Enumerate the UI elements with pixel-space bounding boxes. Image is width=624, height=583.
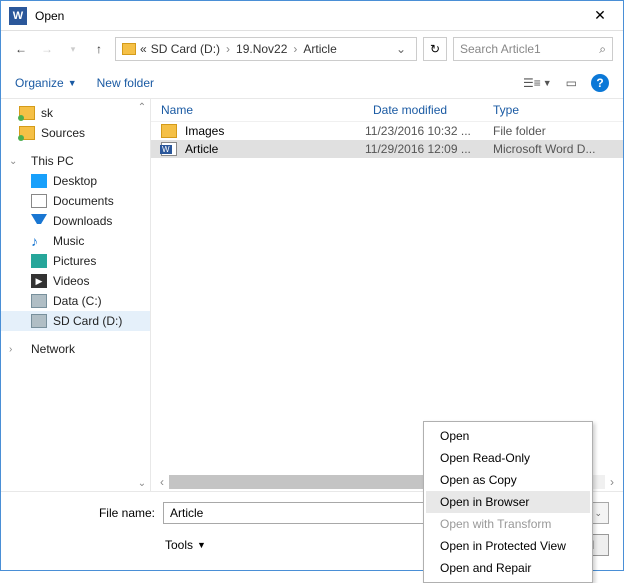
- file-type: Microsoft Word D...: [493, 142, 613, 156]
- sidebar-item-sources[interactable]: Sources: [1, 123, 150, 143]
- expand-icon[interactable]: ›: [9, 344, 19, 355]
- window-title: Open: [35, 9, 585, 23]
- up-button[interactable]: ↑: [89, 39, 109, 59]
- breadcrumb-prefix: «: [140, 42, 147, 56]
- organize-button[interactable]: Organize ▼: [15, 76, 77, 90]
- recent-dropdown[interactable]: ▾: [63, 39, 83, 59]
- menu-item[interactable]: Open in Protected View: [426, 535, 590, 557]
- chevron-down-icon: ▼: [68, 78, 77, 88]
- download-icon: [31, 214, 47, 228]
- address-bar[interactable]: « SD Card (D:) › 19.Nov22 › Article ⌄: [115, 37, 417, 61]
- music-icon: ♪: [31, 234, 47, 248]
- scroll-down-icon[interactable]: ⌄: [136, 477, 148, 489]
- refresh-button[interactable]: ↻: [423, 37, 447, 61]
- menu-item[interactable]: Open in Browser: [426, 491, 590, 513]
- address-dropdown-icon[interactable]: ⌄: [392, 42, 410, 56]
- column-date[interactable]: Date modified: [373, 103, 493, 117]
- filename-input[interactable]: Article ⌄: [163, 502, 446, 524]
- navigation-pane: ⌃ sk Sources ⌄This PC Desktop Documents …: [1, 99, 151, 491]
- scroll-up-icon[interactable]: ⌃: [136, 101, 148, 113]
- file-row[interactable]: Images 11/23/2016 10:32 ... File folder: [151, 122, 623, 140]
- breadcrumb-item[interactable]: 19.Nov22: [236, 42, 287, 56]
- sidebar-item-documents[interactable]: Documents: [1, 191, 150, 211]
- sidebar-item-sdcard[interactable]: SD Card (D:): [1, 311, 150, 331]
- expand-icon[interactable]: ⌄: [9, 156, 19, 167]
- sidebar-item-downloads[interactable]: Downloads: [1, 211, 150, 231]
- sidebar-item-pictures[interactable]: Pictures: [1, 251, 150, 271]
- folder-icon: [19, 106, 35, 120]
- view-mode-button[interactable]: ☰≡ ▼: [523, 76, 552, 90]
- file-name: Article: [185, 142, 357, 156]
- videos-icon: ▶: [31, 274, 47, 288]
- file-name: Images: [185, 124, 357, 138]
- sidebar-item-network[interactable]: ›Network: [1, 339, 150, 359]
- new-folder-button[interactable]: New folder: [97, 76, 154, 90]
- back-button[interactable]: ←: [11, 39, 31, 59]
- menu-item[interactable]: Open: [426, 425, 590, 447]
- scroll-right-icon[interactable]: ›: [605, 475, 619, 489]
- filename-label: File name:: [15, 506, 155, 520]
- column-headers: Name Date modified Type: [151, 99, 623, 122]
- folder-icon: [19, 126, 35, 140]
- search-input[interactable]: Search Article1 ⌕: [453, 37, 613, 61]
- file-type: File folder: [493, 124, 613, 138]
- open-dropdown-menu: OpenOpen Read-OnlyOpen as CopyOpen in Br…: [423, 421, 593, 583]
- menu-item: Open with Transform: [426, 513, 590, 535]
- close-icon[interactable]: ✕: [585, 7, 615, 24]
- menu-item[interactable]: Open Read-Only: [426, 447, 590, 469]
- sidebar-item-sk[interactable]: sk: [1, 103, 150, 123]
- scrollbar-thumb[interactable]: [169, 475, 431, 489]
- pictures-icon: [31, 254, 47, 268]
- drive-icon: [31, 314, 47, 328]
- column-name[interactable]: Name: [161, 103, 373, 117]
- column-type[interactable]: Type: [493, 103, 613, 117]
- chevron-down-icon: ⌄: [594, 508, 602, 519]
- folder-icon: [161, 124, 177, 138]
- word-app-icon: W: [9, 7, 27, 25]
- word-file-icon: [161, 142, 177, 156]
- tools-button[interactable]: Tools ▼: [165, 538, 206, 552]
- chevron-right-icon[interactable]: ›: [291, 42, 299, 56]
- preview-pane-button[interactable]: ▭: [566, 76, 577, 90]
- chevron-right-icon[interactable]: ›: [224, 42, 232, 56]
- desktop-icon: [31, 174, 47, 188]
- sidebar-item-thispc[interactable]: ⌄This PC: [1, 151, 150, 171]
- menu-item[interactable]: Open as Copy: [426, 469, 590, 491]
- drive-icon: [31, 294, 47, 308]
- search-placeholder: Search Article1: [460, 42, 541, 56]
- forward-button: →: [37, 39, 57, 59]
- folder-icon: [122, 43, 136, 55]
- scroll-left-icon[interactable]: ‹: [155, 475, 169, 489]
- file-date: 11/23/2016 10:32 ...: [365, 124, 485, 138]
- sidebar-item-datac[interactable]: Data (C:): [1, 291, 150, 311]
- document-icon: [31, 194, 47, 208]
- menu-item[interactable]: Open and Repair: [426, 557, 590, 579]
- search-icon[interactable]: ⌕: [599, 42, 606, 57]
- breadcrumb-item[interactable]: SD Card (D:): [151, 42, 220, 56]
- sidebar-item-videos[interactable]: ▶Videos: [1, 271, 150, 291]
- help-icon[interactable]: ?: [591, 74, 609, 92]
- file-date: 11/29/2016 12:09 ...: [365, 142, 485, 156]
- chevron-down-icon: ▼: [197, 540, 206, 550]
- sidebar-item-desktop[interactable]: Desktop: [1, 171, 150, 191]
- file-row[interactable]: Article 11/29/2016 12:09 ... Microsoft Wor…: [151, 140, 623, 158]
- breadcrumb-item[interactable]: Article: [303, 42, 336, 56]
- sidebar-item-music[interactable]: ♪Music: [1, 231, 150, 251]
